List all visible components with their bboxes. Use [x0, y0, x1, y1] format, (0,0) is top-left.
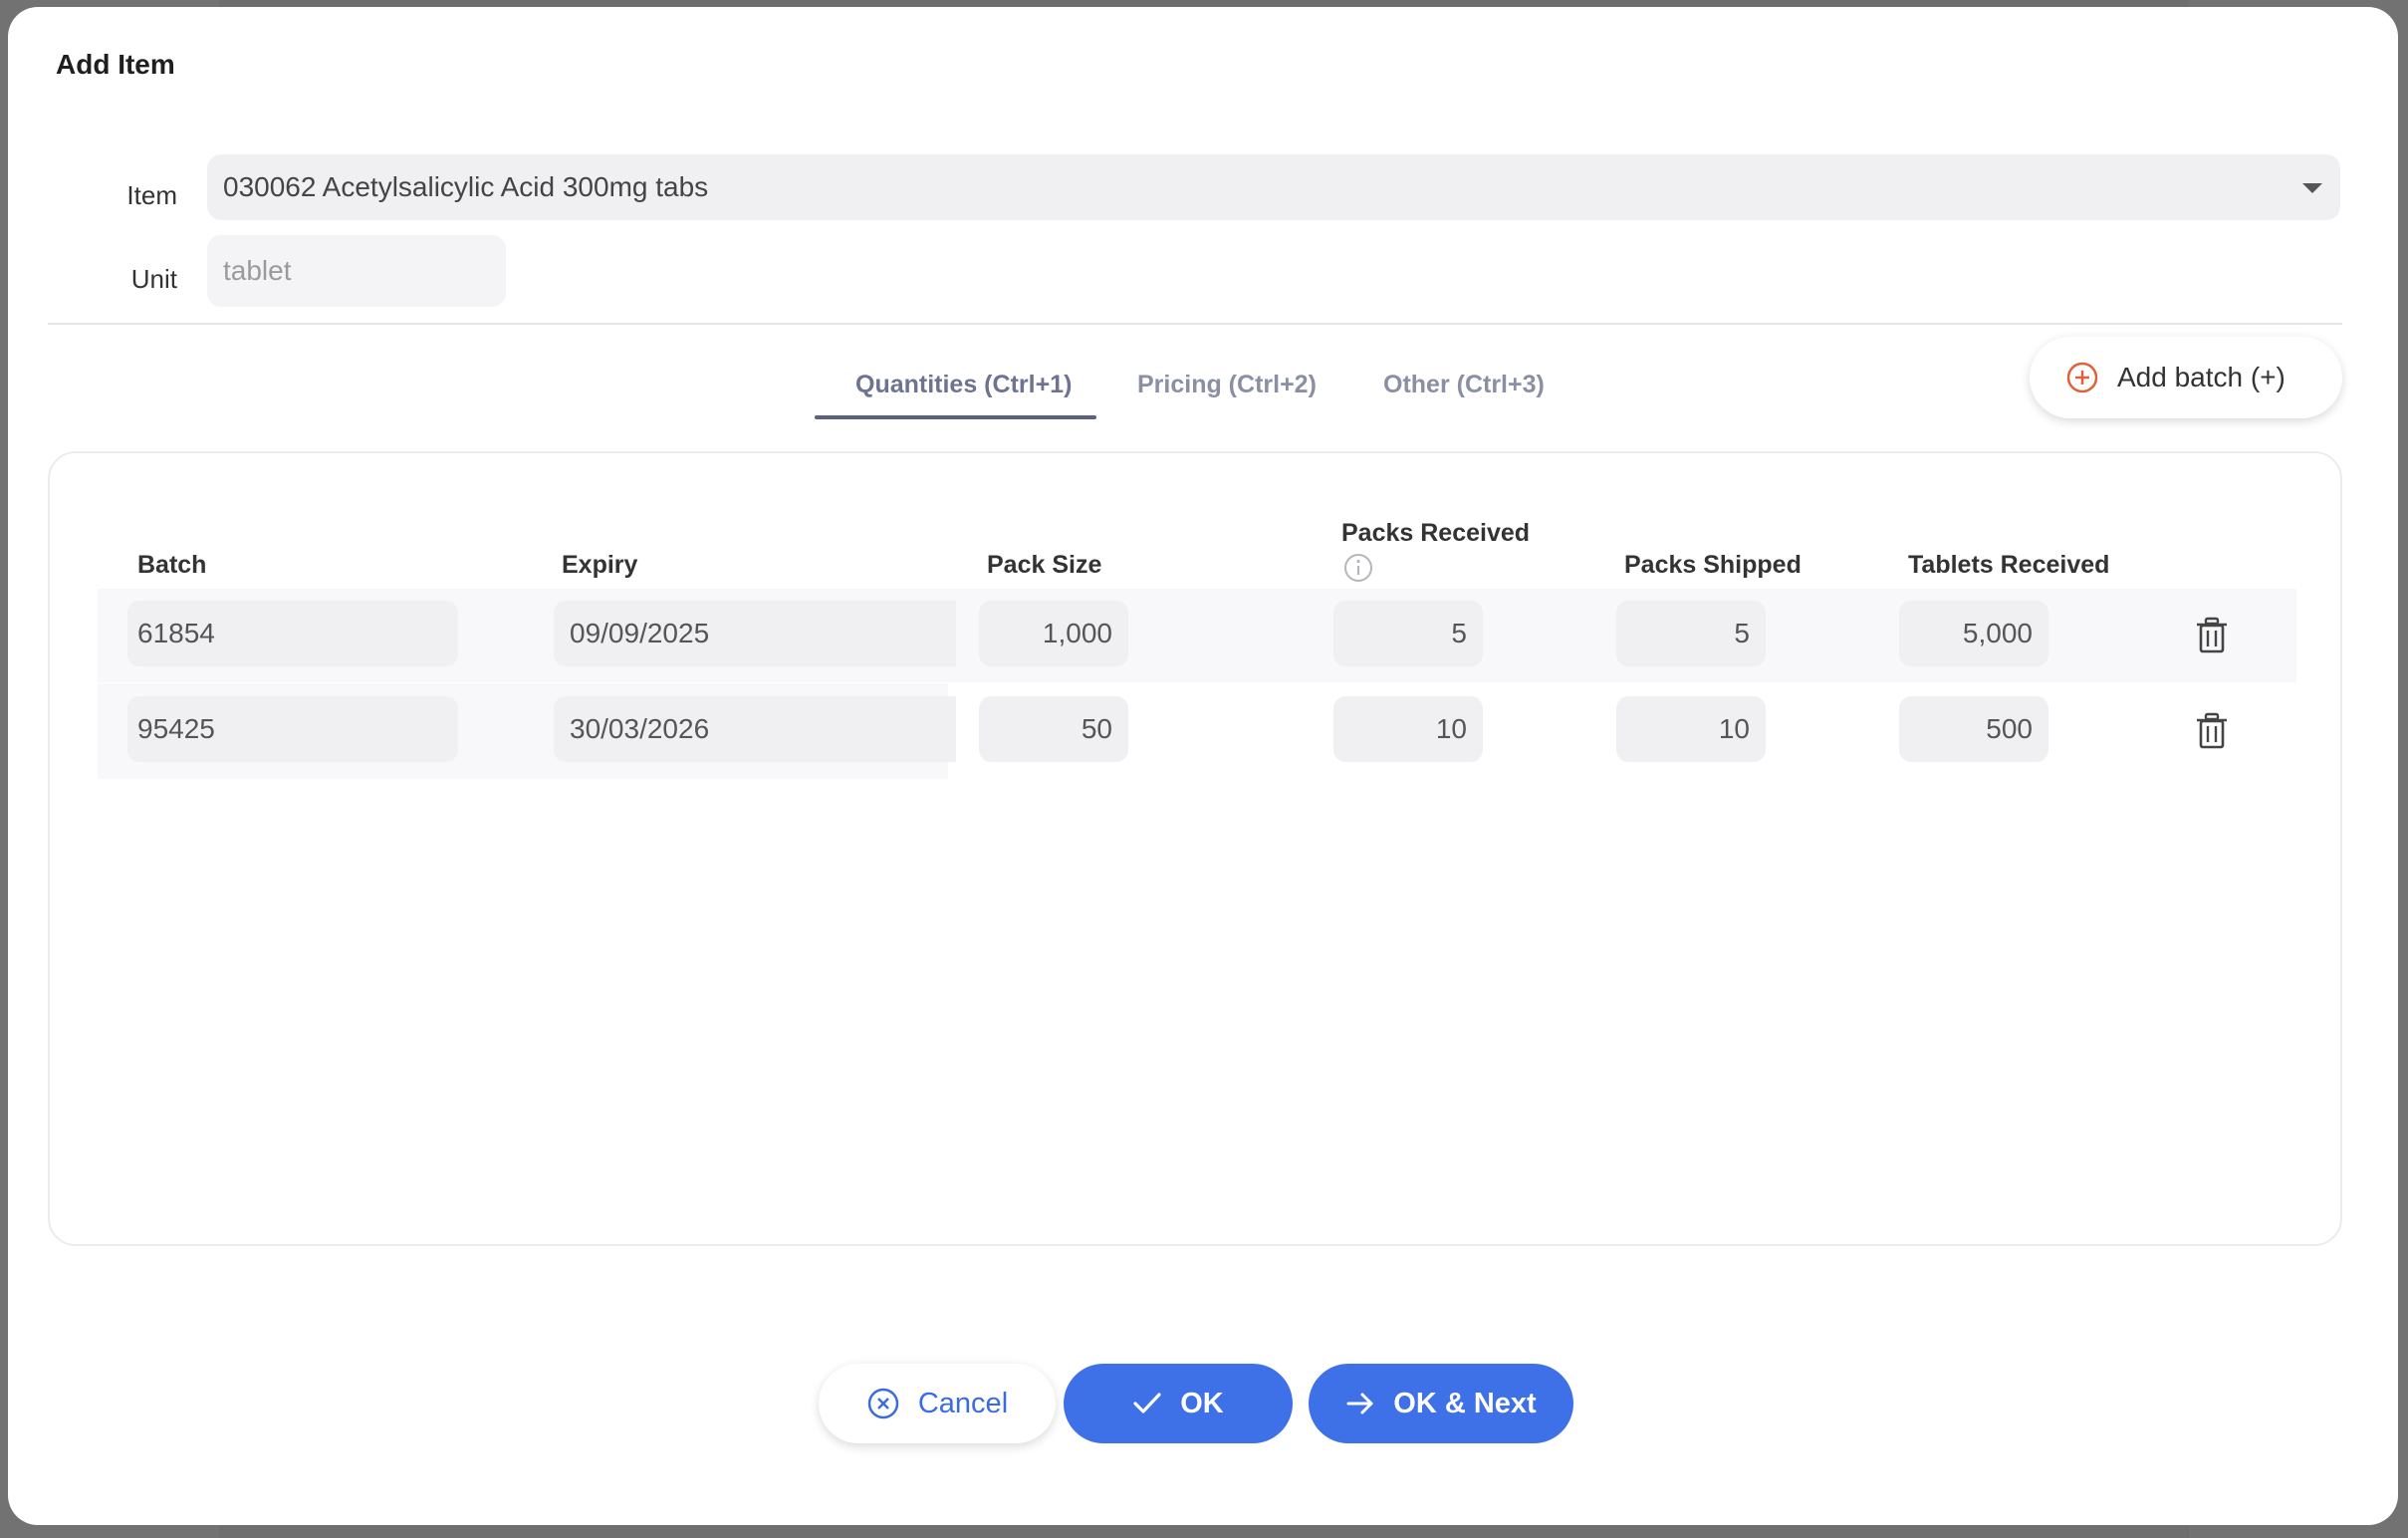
- tab-pricing[interactable]: Pricing (Ctrl+2): [1137, 371, 1317, 399]
- unit-field-placeholder: tablet: [223, 255, 292, 286]
- header-packs-shipped: Packs Shipped: [1624, 551, 1802, 579]
- units-received-input[interactable]: 5,000: [1899, 601, 2048, 666]
- header-batch: Batch: [137, 551, 207, 579]
- item-select-value: 030062 Acetylsalicylic Acid 300mg tabs: [223, 171, 709, 202]
- ok-button[interactable]: OK: [1064, 1364, 1293, 1443]
- unit-field[interactable]: tablet: [207, 235, 506, 307]
- pack-size-input[interactable]: 1,000: [979, 601, 1128, 666]
- packs-received-input[interactable]: 5: [1333, 601, 1483, 666]
- check-icon: [1133, 1393, 1161, 1413]
- add-batch-label: Add batch (+): [2117, 362, 2286, 392]
- expiry-date-input[interactable]: 09/09/2025: [554, 601, 956, 666]
- ok-next-label: OK & Next: [1393, 1387, 1537, 1419]
- ok-next-button[interactable]: OK & Next: [1309, 1364, 1573, 1443]
- header-packs-received: Packs Received: [1341, 519, 1531, 547]
- chevron-down-icon: [2302, 183, 2322, 193]
- ok-label: OK: [1180, 1387, 1224, 1419]
- expiry-date-input[interactable]: 30/03/2026: [554, 696, 956, 762]
- plus-circle-icon: [2066, 362, 2098, 393]
- packs-received-input[interactable]: 10: [1333, 696, 1483, 762]
- close-circle-icon: [867, 1388, 899, 1419]
- arrow-right-icon: [1346, 1393, 1373, 1414]
- unit-label: Unit: [130, 264, 177, 294]
- packs-shipped-input[interactable]: 10: [1616, 696, 1766, 762]
- info-icon[interactable]: [1342, 552, 1374, 584]
- trash-icon[interactable]: [2194, 617, 2230, 654]
- tab-other[interactable]: Other (Ctrl+3): [1383, 371, 1545, 399]
- active-tab-indicator: [815, 415, 1096, 419]
- pack-size-input[interactable]: 50: [979, 696, 1128, 762]
- tab-quantities[interactable]: Quantities (Ctrl+1): [855, 371, 1072, 399]
- trash-icon[interactable]: [2194, 712, 2230, 750]
- cancel-label: Cancel: [917, 1387, 1009, 1419]
- item-select[interactable]: 030062 Acetylsalicylic Acid 300mg tabs: [207, 154, 2340, 220]
- header-expiry: Expiry: [562, 551, 638, 579]
- batch-input[interactable]: 61854: [127, 601, 458, 666]
- item-label: Item: [126, 180, 177, 210]
- header-units-received: Tablets Received: [1908, 551, 2110, 579]
- add-batch-button[interactable]: Add batch (+): [2030, 337, 2342, 418]
- dialog-title: Add Item: [56, 49, 175, 80]
- form-divider: [48, 323, 2342, 325]
- batch-input[interactable]: 95425: [127, 696, 458, 762]
- packs-shipped-input[interactable]: 5: [1616, 601, 1766, 666]
- units-received-input[interactable]: 500: [1899, 696, 2048, 762]
- cancel-button[interactable]: Cancel: [819, 1364, 1056, 1443]
- header-pack-size: Pack Size: [987, 551, 1102, 579]
